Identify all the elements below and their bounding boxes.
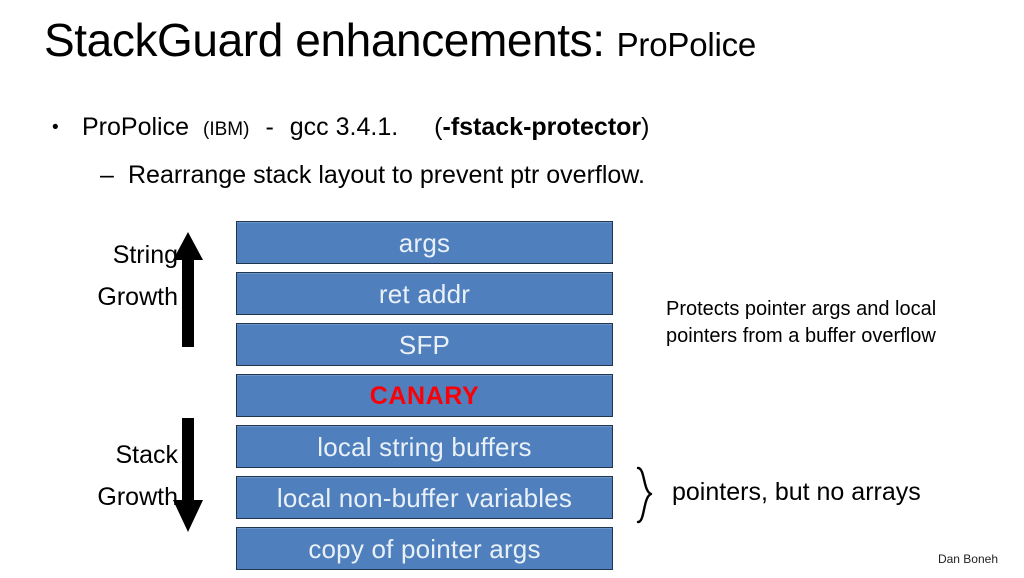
string-growth-label: String Growth [62, 234, 178, 318]
stack-layout-diagram: args ret addr SFP CANARY local string bu… [236, 221, 613, 578]
stack-row-label: local string buffers [317, 431, 532, 462]
stack-row-label: copy of pointer args [308, 533, 541, 564]
bullet-text-flag-close: ) [641, 113, 650, 141]
protects-note: Protects pointer args and local pointers… [666, 296, 1006, 350]
protects-note-line2: pointers from a buffer overflow [666, 325, 936, 347]
bullet-text-flag-open: ( [434, 113, 443, 141]
stack-row-args: args [236, 221, 613, 264]
bullet-text-vendor: (IBM) [203, 119, 250, 140]
page-title-sub: ProPolice [616, 26, 757, 63]
curly-brace-icon [634, 466, 664, 524]
pointers-note: pointers, but no arrays [672, 478, 921, 506]
page-title-main: StackGuard enhancements: [44, 14, 605, 66]
stack-row-local-string-buffers: local string buffers [236, 425, 613, 468]
stack-row-label: CANARY [369, 381, 480, 410]
bullet-text-flag: -fstack-protector [442, 113, 642, 141]
stack-growth-line2: Growth [97, 483, 178, 511]
bullet-text-compiler: gcc 3.4.1. [289, 113, 399, 141]
bullet-text-dash: - [265, 113, 274, 141]
stack-row-sfp: SFP [236, 323, 613, 366]
stack-row-label: local non-buffer variables [276, 482, 573, 513]
protects-note-line1: Protects pointer args and local [666, 298, 937, 320]
sub-bullet-text: Rearrange stack layout to prevent ptr ov… [128, 161, 645, 189]
string-growth-line1: String [112, 241, 178, 269]
stack-row-label: args [398, 227, 451, 258]
stack-row-canary: CANARY [236, 374, 613, 417]
bullet-item-propolice: • ProPolice (IBM) - gcc 3.4.1. (-fstack-prote… [52, 110, 952, 147]
stack-growth-label: Stack Growth [58, 434, 178, 518]
page-title: StackGuard enhancements: ProPolice [44, 10, 984, 70]
bullet-text-name: ProPolice [82, 113, 189, 141]
stack-row-ret-addr: ret addr [236, 272, 613, 315]
bullet-item-rearrange: – Rearrange stack layout to prevent ptr o… [100, 158, 980, 192]
stack-row-copy-of-pointer-args: copy of pointer args [236, 527, 613, 570]
stack-growth-line1: Stack [115, 441, 178, 469]
string-growth-line2: Growth [97, 283, 178, 311]
stack-row-local-non-buffer-variables: local non-buffer variables [236, 476, 613, 519]
stack-row-label: ret addr [378, 278, 471, 309]
bullet-marker-icon: • [52, 117, 59, 138]
sub-bullet-marker-icon: – [100, 161, 114, 189]
arrow-up-icon [168, 232, 208, 347]
arrow-down-icon [168, 418, 208, 532]
stack-row-label: SFP [398, 329, 451, 360]
attribution-label: Dan Boneh [937, 552, 998, 566]
